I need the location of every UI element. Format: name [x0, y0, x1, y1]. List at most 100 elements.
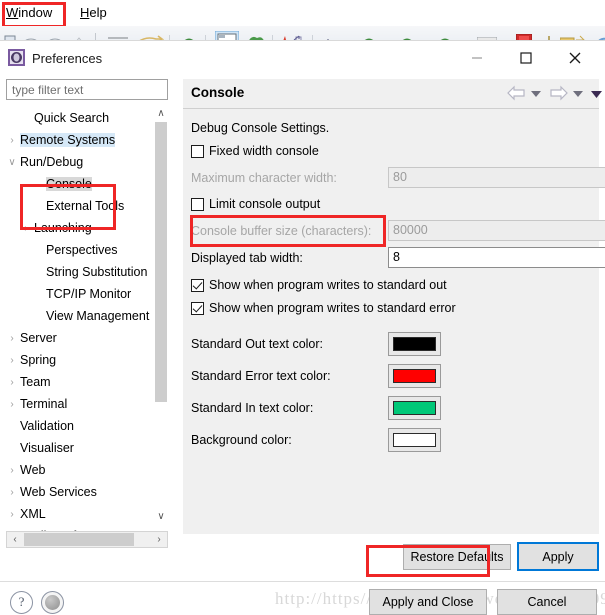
sidebar-item-label: String Substitution [46, 265, 148, 279]
menu-help[interactable]: Help [80, 5, 107, 20]
forward-history-chevron-down-icon[interactable] [573, 91, 583, 98]
scroll-up-icon[interactable]: ∧ [154, 106, 168, 122]
menu-window[interactable]: Window [6, 5, 52, 20]
sidebar-item-run-debug[interactable]: ∨ Run/Debug [6, 152, 156, 174]
sidebar-item-quick-search[interactable]: Quick Search [6, 108, 156, 130]
sidebar-item-label: Server [20, 331, 57, 345]
sidebar-item-remote-systems[interactable]: › Remote Systems [6, 130, 156, 152]
help-button[interactable]: ? [10, 591, 33, 614]
minimize-icon [471, 56, 482, 59]
back-history-chevron-down-icon[interactable] [531, 91, 541, 98]
apply-and-close-label: Apply and Close [382, 595, 474, 609]
apply-label: Apply [542, 549, 574, 564]
restore-defaults-label: Restore Defaults [410, 550, 504, 564]
window-maximize-button[interactable] [503, 41, 548, 74]
hscrollbar-thumb[interactable] [24, 533, 134, 546]
sidebar-item-external-tools[interactable]: External Tools [6, 196, 156, 218]
record-button[interactable] [41, 591, 64, 614]
sidebar-item-label: XML [20, 507, 46, 521]
sidebar-item-label: Web [20, 463, 46, 477]
sidebar-item-web-services[interactable]: › Web Services [6, 482, 156, 504]
sidebar-item-spring[interactable]: › Spring [6, 350, 156, 372]
eclipse-menubar: Window Help [0, 0, 605, 26]
sidebar-item-server[interactable]: › Server [6, 328, 156, 350]
sidebar-item-validation[interactable]: Validation [6, 416, 156, 438]
sidebar-item-label: Perspectives [46, 243, 118, 257]
tab-width-label: Displayed tab width: [191, 251, 303, 265]
hscroll-right-icon[interactable]: › [151, 532, 167, 547]
hscroll-left-icon[interactable]: ‹ [7, 532, 23, 547]
menu-help-label: elp [89, 5, 107, 20]
scroll-down-icon[interactable]: ∨ [154, 509, 168, 525]
color-label-0: Standard Out text color: [191, 337, 324, 351]
max-char-width-input[interactable]: 80 [388, 167, 605, 188]
forward-arrow-icon[interactable] [549, 85, 568, 101]
sidebar-item-label: Team [20, 375, 51, 389]
sidebar-item-web[interactable]: › Web [6, 460, 156, 482]
show-stdout-checkbox[interactable] [191, 279, 204, 292]
color-swatch-button-3[interactable] [388, 428, 441, 452]
dialog-titlebar: Preferences [0, 41, 605, 74]
chevron-right-icon[interactable]: › [6, 465, 18, 476]
max-char-width-label: Maximum character width: [191, 171, 337, 185]
footer-divider [0, 581, 605, 582]
scrollbar-thumb[interactable] [155, 122, 167, 402]
console-settings-panel: Console Debug Console Settings. Fixed wi… [183, 79, 605, 534]
chevron-right-icon[interactable]: › [6, 487, 18, 498]
sidebar-item-label: View Management [46, 309, 150, 323]
sidebar-item-view-management[interactable]: View Management [6, 306, 156, 328]
sidebar-item-perspectives[interactable]: Perspectives [6, 240, 156, 262]
limit-console-output-checkbox[interactable] [191, 198, 204, 211]
color-swatch-2 [393, 401, 436, 415]
chevron-right-icon[interactable]: › [6, 377, 18, 388]
chevron-right-icon[interactable]: › [6, 509, 18, 520]
apply-button[interactable]: Apply [517, 542, 599, 571]
sidebar-item-label: Web Services [20, 485, 97, 499]
question-mark-icon: ? [18, 594, 25, 609]
sidebar-item-label: Run/Debug [20, 155, 84, 169]
maximize-icon [519, 51, 532, 64]
chevron-down-filled-icon[interactable] [591, 91, 602, 99]
window-minimize-button[interactable] [454, 41, 499, 74]
show-stdout-label: Show when program writes to standard out [209, 278, 447, 292]
tab-width-input[interactable]: 8 [388, 247, 605, 268]
sidebar-item-visualiser[interactable]: Visualiser [6, 438, 156, 460]
sidebar-item-tcp-ip-monitor[interactable]: TCP/IP Monitor [6, 284, 156, 306]
color-swatch-button-1[interactable] [388, 364, 441, 388]
sidebar-item-console[interactable]: Console [6, 174, 156, 196]
color-swatch-3 [393, 433, 436, 447]
fixed-width-console-checkbox[interactable] [191, 145, 204, 158]
sidebar-item-label: TCP/IP Monitor [46, 287, 132, 301]
window-close-button[interactable] [552, 41, 597, 74]
tree-horizontal-scrollbar[interactable]: ‹ › [6, 531, 168, 548]
chevron-right-icon[interactable]: › [6, 333, 18, 344]
color-label-2: Standard In text color: [191, 401, 314, 415]
sidebar-item-string-substitution[interactable]: String Substitution [6, 262, 156, 284]
sidebar-item-xml[interactable]: › XML [6, 504, 156, 526]
dialog-title: Preferences [32, 51, 103, 66]
show-stderr-checkbox[interactable] [191, 302, 204, 315]
chevron-right-icon[interactable]: › [6, 355, 18, 366]
sidebar-item-label: Terminal [20, 397, 68, 411]
chevron-down-icon[interactable]: ∨ [6, 157, 18, 168]
filter-input[interactable]: type filter text [6, 79, 168, 100]
chevron-right-icon[interactable]: › [6, 135, 18, 146]
screenshot-root: Window Help Preferences type filter text… [0, 0, 605, 615]
chevron-right-icon[interactable]: › [6, 399, 18, 410]
chevron-right-icon[interactable]: › [20, 223, 32, 234]
back-arrow-icon[interactable] [507, 85, 526, 101]
color-swatch-button-0[interactable] [388, 332, 441, 356]
sidebar-item-team[interactable]: › Team [6, 372, 156, 394]
cancel-button[interactable]: Cancel [497, 589, 597, 615]
sidebar-item-terminal[interactable]: › Terminal [6, 394, 156, 416]
apply-and-close-button[interactable]: Apply and Close [369, 589, 487, 615]
sidebar-item-launching[interactable]: › Launching [6, 218, 156, 240]
restore-defaults-button[interactable]: Restore Defaults [403, 544, 511, 570]
preferences-sidebar: type filter text Quick Search › Remote Sys… [6, 79, 174, 548]
buffer-size-input[interactable]: 80000 [388, 220, 605, 241]
sidebar-item-label: Launching [34, 221, 92, 235]
sidebar-item-label: Visualiser [20, 441, 74, 455]
preferences-tree[interactable]: Quick Search › Remote Systems ∨ Run/Debug Con… [6, 106, 168, 543]
tree-vertical-scrollbar[interactable]: ∧ ∨ [154, 106, 168, 525]
color-swatch-button-2[interactable] [388, 396, 441, 420]
